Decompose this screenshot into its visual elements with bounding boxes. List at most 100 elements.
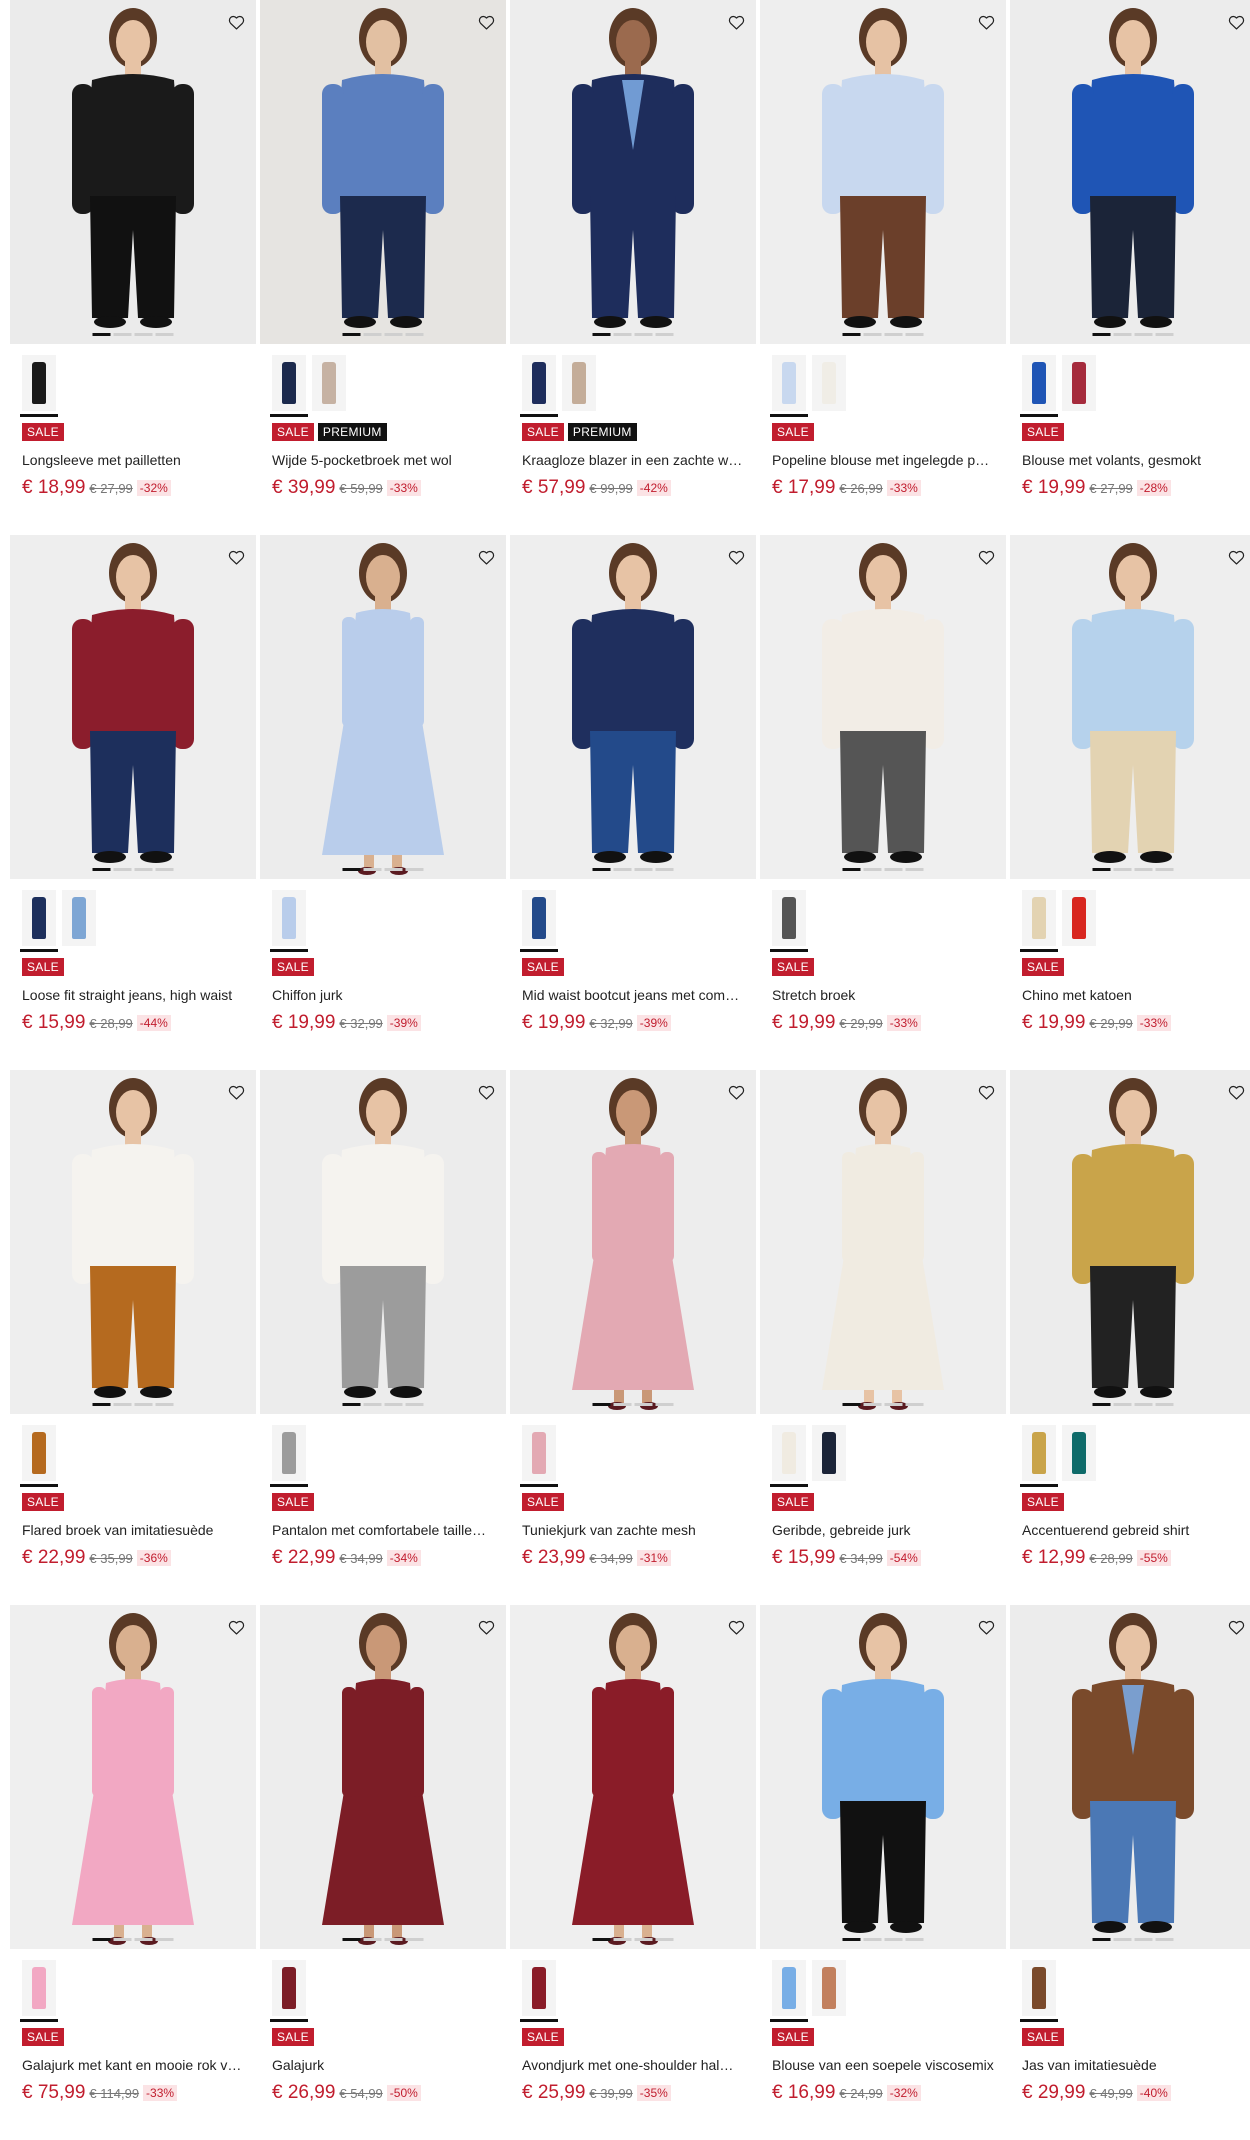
product-name[interactable]: Accentuerend gebreid shirt [1022,1521,1244,1539]
color-swatch[interactable] [1062,355,1096,411]
product-card-12[interactable]: SALE Pantalon met comfortabele taille… €… [260,1070,506,1605]
carousel-dot[interactable] [613,868,632,871]
wishlist-heart-icon[interactable] [226,12,246,32]
carousel-dot[interactable] [863,868,882,871]
carousel-dot[interactable] [1155,868,1174,871]
wishlist-heart-icon[interactable] [1226,12,1246,32]
product-image[interactable] [10,0,256,344]
image-carousel-indicator[interactable] [1092,1403,1174,1406]
carousel-dot[interactable] [842,1938,861,1941]
carousel-dot[interactable] [405,1938,424,1941]
wishlist-heart-icon[interactable] [1226,1617,1246,1637]
wishlist-heart-icon[interactable] [726,1617,746,1637]
wishlist-heart-icon[interactable] [726,1082,746,1102]
color-swatch[interactable] [562,355,596,411]
product-name[interactable]: Geribde, gebreide jurk [772,1521,994,1539]
color-swatch[interactable] [1020,355,1058,417]
product-name[interactable]: Pantalon met comfortabele taille… [272,1521,494,1539]
product-image[interactable] [1010,1070,1250,1414]
wishlist-heart-icon[interactable] [476,1082,496,1102]
product-card-4[interactable]: SALE Popeline blouse met ingelegde p… € … [760,0,1006,535]
carousel-dot[interactable] [384,1938,403,1941]
carousel-dot[interactable] [1113,1403,1132,1406]
carousel-dot[interactable] [342,1938,361,1941]
color-swatch[interactable] [770,355,808,417]
product-image[interactable] [510,1070,756,1414]
carousel-dot[interactable] [592,868,611,871]
color-swatch[interactable] [1020,1425,1058,1487]
product-card-7[interactable]: SALE Chiffon jurk € 19,99 € 32,99 -39% [260,535,506,1070]
carousel-dot[interactable] [384,868,403,871]
carousel-dot[interactable] [905,1938,924,1941]
carousel-dot[interactable] [634,868,653,871]
carousel-dot[interactable] [405,1403,424,1406]
wishlist-heart-icon[interactable] [226,1082,246,1102]
carousel-dot[interactable] [863,333,882,336]
carousel-dot[interactable] [155,868,174,871]
carousel-dot[interactable] [884,868,903,871]
color-swatch[interactable] [20,1960,58,2022]
carousel-dot[interactable] [1113,868,1132,871]
carousel-dot[interactable] [92,333,111,336]
product-card-1[interactable]: SALE Longsleeve met pailletten € 18,99 €… [10,0,256,535]
color-swatch[interactable] [520,1960,558,2022]
carousel-dot[interactable] [592,1403,611,1406]
product-card-5[interactable]: SALE Blouse met volants, gesmokt € 19,99… [1010,0,1250,535]
image-carousel-indicator[interactable] [842,868,924,871]
carousel-dot[interactable] [363,868,382,871]
wishlist-heart-icon[interactable] [1226,547,1246,567]
carousel-dot[interactable] [1155,333,1174,336]
carousel-dot[interactable] [1134,1938,1153,1941]
product-name[interactable]: Popeline blouse met ingelegde p… [772,451,994,469]
image-carousel-indicator[interactable] [842,1403,924,1406]
product-card-13[interactable]: SALE Tuniekjurk van zachte mesh € 23,99 … [510,1070,756,1605]
carousel-dot[interactable] [655,1403,674,1406]
carousel-dot[interactable] [363,1938,382,1941]
carousel-dot[interactable] [655,868,674,871]
carousel-dot[interactable] [842,868,861,871]
color-swatch[interactable] [770,890,808,952]
carousel-dot[interactable] [113,868,132,871]
image-carousel-indicator[interactable] [92,868,174,871]
carousel-dot[interactable] [342,1403,361,1406]
product-image[interactable] [10,1605,256,1949]
carousel-dot[interactable] [1092,333,1111,336]
product-image[interactable] [510,535,756,879]
wishlist-heart-icon[interactable] [476,547,496,567]
carousel-dot[interactable] [1134,1403,1153,1406]
image-carousel-indicator[interactable] [842,333,924,336]
carousel-dot[interactable] [592,333,611,336]
product-image[interactable] [260,1070,506,1414]
wishlist-heart-icon[interactable] [976,1617,996,1637]
carousel-dot[interactable] [863,1938,882,1941]
product-card-10[interactable]: SALE Chino met katoen € 19,99 € 29,99 -3… [1010,535,1250,1070]
image-carousel-indicator[interactable] [1092,868,1174,871]
carousel-dot[interactable] [1155,1403,1174,1406]
product-name[interactable]: Loose fit straight jeans, high waist [22,986,244,1004]
carousel-dot[interactable] [1092,1938,1111,1941]
product-card-14[interactable]: SALE Geribde, gebreide jurk € 15,99 € 34… [760,1070,1006,1605]
image-carousel-indicator[interactable] [92,333,174,336]
color-swatch[interactable] [1020,1960,1058,2022]
carousel-dot[interactable] [884,333,903,336]
carousel-dot[interactable] [384,1403,403,1406]
image-carousel-indicator[interactable] [842,1938,924,1941]
carousel-dot[interactable] [1092,1403,1111,1406]
carousel-dot[interactable] [405,868,424,871]
color-swatch[interactable] [20,1425,58,1487]
carousel-dot[interactable] [863,1403,882,1406]
carousel-dot[interactable] [884,1938,903,1941]
product-name[interactable]: Chino met katoen [1022,986,1244,1004]
carousel-dot[interactable] [405,333,424,336]
image-carousel-indicator[interactable] [342,333,424,336]
image-carousel-indicator[interactable] [1092,1938,1174,1941]
image-carousel-indicator[interactable] [342,1403,424,1406]
color-swatch[interactable] [812,1425,846,1481]
carousel-dot[interactable] [842,333,861,336]
color-swatch[interactable] [1020,890,1058,952]
color-swatch[interactable] [520,355,558,417]
carousel-dot[interactable] [884,1403,903,1406]
image-carousel-indicator[interactable] [92,1938,174,1941]
image-carousel-indicator[interactable] [92,1403,174,1406]
carousel-dot[interactable] [113,1403,132,1406]
